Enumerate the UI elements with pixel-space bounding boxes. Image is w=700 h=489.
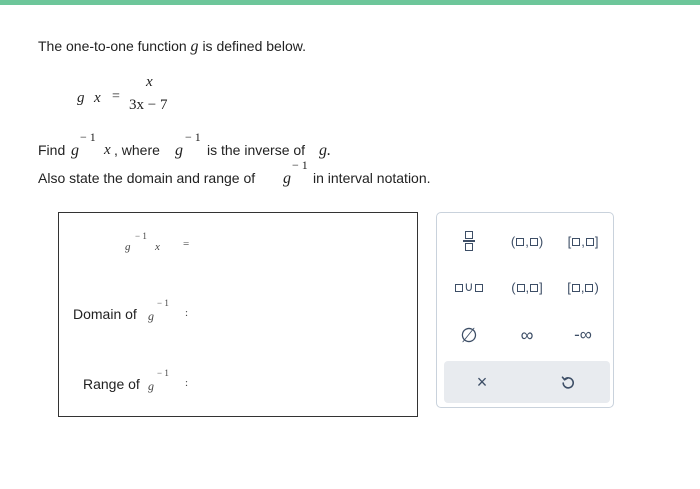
answer-inv-sup: − 1 [135,231,147,241]
open-open-interval-button[interactable]: (,) [505,227,549,255]
def-lhs-x: x [94,90,101,106]
open-closed-interval-button[interactable]: (,] [505,273,549,301]
domain-colon: : [185,307,189,319]
open-closed-interval-icon: (,] [511,279,543,295]
empty-set-button[interactable]: ∅ [455,321,483,349]
undo-icon [561,376,574,389]
infinity-icon: ∞ [520,324,534,345]
clear-button[interactable]: × [466,368,498,396]
keypad-action-bar: × [444,361,610,403]
closed-open-interval-icon: [,) [567,279,599,295]
union-icon: ∪ [454,279,484,295]
fraction-icon [463,230,475,251]
undo-button[interactable] [552,368,584,396]
def-numerator: x [146,74,153,90]
also-state-text: Also state the domain and range of [38,170,256,186]
inverse-function-input[interactable] [199,231,399,257]
neg-infinity-icon: -∞ [574,325,592,344]
answer-box: g − 1 x = Domain of g − 1 : Range of g −… [58,212,418,417]
also-state-sup: − 1 [292,158,308,172]
also-state-g: g [283,170,291,187]
intro-pre: The one-to-one function [38,38,187,54]
find-g: g [71,142,79,159]
intro-g: g [190,38,199,55]
range-g: g [148,379,154,393]
range-label: Range of [83,376,140,392]
is-inverse-text: is the inverse of [207,142,306,158]
closed-open-interval-button[interactable]: [,) [561,273,605,301]
close-icon: × [476,371,488,392]
top-accent-bar [0,0,700,5]
neg-infinity-button[interactable]: -∞ [563,321,603,349]
closed-closed-interval-icon: [,] [567,233,599,249]
math-keypad: (,) [,] ∪ (,] [,) ∅ ∞ -∞ × [436,212,614,408]
range-sup: − 1 [157,368,169,378]
open-open-interval-icon: (,) [510,233,544,249]
inverse-of-g: g. [319,142,331,159]
where-g: g [175,142,183,159]
interval-text: in interval notation. [313,170,431,186]
range-input[interactable] [199,369,399,395]
domain-input[interactable] [199,299,399,325]
infinity-button[interactable]: ∞ [511,321,543,349]
problem-intro: The one-to-one function g is defined bel… [38,38,306,56]
domain-sup: − 1 [157,298,169,308]
where-inverse-sup: − 1 [185,130,201,144]
domain-label: Domain of [73,306,137,322]
empty-set-icon: ∅ [460,324,478,347]
find-x: x [104,142,111,158]
answer-inv-x: x [155,241,160,253]
find-word: Find [38,142,66,158]
domain-g: g [148,309,154,323]
union-button[interactable]: ∪ [449,273,489,301]
def-equals: = [112,89,120,104]
answer-inv-g: g [125,241,131,253]
fraction-button[interactable] [455,227,483,255]
range-colon: : [185,377,189,389]
find-inverse-sup: − 1 [80,130,96,144]
intro-post: is defined below. [202,38,306,54]
where-text: , where [114,142,160,158]
def-lhs-g: g [77,90,85,106]
def-denominator: 3x − 7 [129,97,168,113]
answer-equals: = [183,238,190,250]
closed-closed-interval-button[interactable]: [,] [561,227,605,255]
